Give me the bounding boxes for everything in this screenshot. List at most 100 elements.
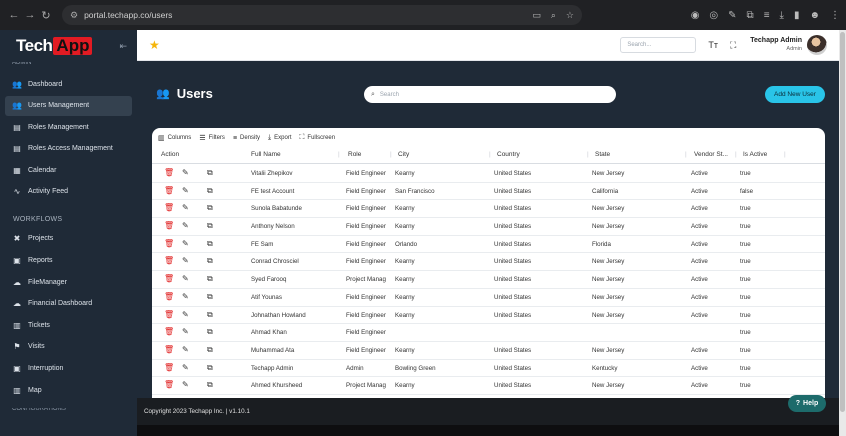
open-external-icon[interactable]: ⧉ <box>207 292 213 302</box>
back-icon[interactable]: ← <box>6 9 22 21</box>
columns-button[interactable]: ▥ Columns <box>158 134 191 142</box>
edit-icon[interactable]: ✎ <box>182 345 189 354</box>
delete-icon[interactable]: 🗑 <box>164 380 174 389</box>
column-separator[interactable]: | <box>338 151 340 158</box>
extension-icon[interactable]: ◎ <box>709 10 718 21</box>
table-row[interactable]: 🗑 ✎ ⧉ Anthony Nelson Field Engineer Kearny Uni… <box>152 218 825 236</box>
open-external-icon[interactable]: ⧉ <box>207 203 213 213</box>
open-external-icon[interactable]: ⧉ <box>207 186 213 196</box>
delete-icon[interactable]: 🗑 <box>164 274 174 283</box>
density-button[interactable]: ≡ Density <box>233 135 260 142</box>
open-external-icon[interactable]: ⧉ <box>207 256 213 266</box>
open-external-icon[interactable]: ⧉ <box>207 274 213 284</box>
column-header-vendor-status[interactable]: Vendor St... <box>694 151 728 158</box>
column-header-role[interactable]: Role <box>348 151 361 158</box>
reload-icon[interactable]: ↻ <box>38 9 54 22</box>
delete-icon[interactable]: 🗑 <box>164 256 174 265</box>
delete-icon[interactable]: 🗑 <box>164 327 174 336</box>
column-separator[interactable]: | <box>587 151 589 158</box>
zoom-icon[interactable]: ⌕ <box>551 10 556 21</box>
sidebar-item-roles-management[interactable]: ▤ Roles Management <box>5 117 132 137</box>
sidebar-item-financial-dashboard[interactable]: ☁ Financial Dashboard <box>5 294 132 314</box>
header-search-input[interactable]: Search... <box>620 37 697 53</box>
logo[interactable]: Tech App ⇤ <box>0 30 137 62</box>
edit-icon[interactable]: ✎ <box>182 310 189 319</box>
profile-icon[interactable]: ☻ <box>809 10 820 21</box>
edit-icon[interactable]: ✎ <box>182 221 189 230</box>
table-row[interactable]: 🗑 ✎ ⧉ Syed Farooq Project Manag Kearny United … <box>152 271 825 289</box>
help-button[interactable]: ? Help <box>788 395 826 412</box>
delete-icon[interactable]: 🗑 <box>164 203 174 212</box>
column-header-city[interactable]: City <box>398 151 409 158</box>
column-separator[interactable]: | <box>489 151 491 158</box>
extension-icon[interactable]: ✎ <box>728 10 736 21</box>
sidebar-item-activity-feed[interactable]: ∿ Activity Feed <box>5 182 132 202</box>
avatar[interactable] <box>807 35 827 55</box>
delete-icon[interactable]: 🗑 <box>164 345 174 354</box>
delete-icon[interactable]: 🗑 <box>164 239 174 248</box>
column-header-state[interactable]: State <box>595 151 610 158</box>
open-external-icon[interactable]: ⧉ <box>207 327 213 337</box>
cast-icon[interactable]: ▭ <box>532 10 541 21</box>
delete-icon[interactable]: 🗑 <box>164 363 174 372</box>
media-icon[interactable]: ≡ <box>764 10 770 21</box>
download-icon[interactable]: ⤓ <box>780 10 784 21</box>
forward-icon[interactable]: → <box>22 9 38 21</box>
delete-icon[interactable]: 🗑 <box>164 292 174 301</box>
sidebar-item-interruption[interactable]: ▣ Interruption <box>5 359 132 379</box>
column-header-full-name[interactable]: Full Name <box>251 151 281 158</box>
table-row[interactable]: 🗑 ✎ ⧉ Conrad Chrosciel Field Engineer Kearny U… <box>152 253 825 272</box>
filters-button[interactable]: ☰ Filters <box>199 134 225 142</box>
edit-icon[interactable]: ✎ <box>182 274 189 283</box>
delete-icon[interactable]: 🗑 <box>164 310 174 319</box>
edit-icon[interactable]: ✎ <box>182 327 189 336</box>
edit-icon[interactable]: ✎ <box>182 168 189 177</box>
extension-icon[interactable]: ◉ <box>691 10 700 21</box>
text-size-icon[interactable]: Tт <box>708 40 718 50</box>
sidebar-item-map[interactable]: ▥ Map <box>5 380 132 400</box>
export-button[interactable]: ⤓ Export <box>268 134 291 142</box>
column-separator[interactable]: | <box>390 151 392 158</box>
add-new-user-button[interactable]: Add New User <box>765 86 825 103</box>
page-scrollbar[interactable] <box>839 30 846 436</box>
table-row[interactable]: 🗑 ✎ ⧉ Johnathan Howland Field Engineer Kearny… <box>152 307 825 325</box>
open-external-icon[interactable]: ⧉ <box>207 345 213 355</box>
table-row[interactable]: 🗑 ✎ ⧉ Sunola Babatunde Field Engineer Kearny U… <box>152 200 825 219</box>
delete-icon[interactable]: 🗑 <box>164 186 174 195</box>
column-separator[interactable]: | <box>735 151 737 158</box>
address-bar[interactable]: ⚙ portal.techapp.co/users ▭ ⌕ ☆ <box>62 5 582 25</box>
table-row[interactable]: 🗑 ✎ ⧉ Muhammad Ata Field Engineer Kearny Unite… <box>152 342 825 360</box>
users-search-input[interactable]: ⌕ Search <box>364 86 616 103</box>
open-external-icon[interactable]: ⧉ <box>207 221 213 231</box>
open-external-icon[interactable]: ⧉ <box>207 168 213 178</box>
edit-icon[interactable]: ✎ <box>182 203 189 212</box>
edit-icon[interactable]: ✎ <box>182 292 189 301</box>
sidebar-item-reports[interactable]: ▣ Reports <box>5 251 132 271</box>
favorite-star-icon[interactable]: ★ <box>149 38 160 52</box>
open-external-icon[interactable]: ⧉ <box>207 310 213 320</box>
edit-icon[interactable]: ✎ <box>182 239 189 248</box>
column-separator[interactable]: | <box>784 151 786 158</box>
edit-icon[interactable]: ✎ <box>182 256 189 265</box>
table-row[interactable]: 🗑 ✎ ⧉ FE test Account Field Engineer San Fran… <box>152 183 825 201</box>
table-row[interactable]: 🗑 ✎ ⧉ FE Sam Field Engineer Orlando United Sta… <box>152 236 825 254</box>
delete-icon[interactable]: 🗑 <box>164 168 174 177</box>
menu-icon[interactable]: ⋮ <box>830 10 840 21</box>
collapse-sidebar-icon[interactable]: ⇤ <box>119 41 127 52</box>
sidebar-item-projects[interactable]: ✖ Projects <box>5 229 132 249</box>
open-external-icon[interactable]: ⧉ <box>207 363 213 373</box>
fullscreen-button[interactable]: ⛶ Fullscreen <box>300 134 336 142</box>
sidebar-item-tickets[interactable]: ▥ Tickets <box>5 315 132 335</box>
site-info-icon[interactable]: ⚙ <box>70 10 78 21</box>
table-row[interactable]: 🗑 ✎ ⧉ Techapp Admin Admin Bowling Green United… <box>152 360 825 378</box>
column-header-is-active[interactable]: Is Active <box>743 151 767 158</box>
sidebar-item-filemanager[interactable]: ☁ FileManager <box>5 272 132 292</box>
column-separator[interactable]: | <box>685 151 687 158</box>
open-external-icon[interactable]: ⧉ <box>207 239 213 249</box>
table-row[interactable]: 🗑 ✎ ⧉ Ahmed Khursheed Project Manag Kearny Uni… <box>152 377 825 395</box>
delete-icon[interactable]: 🗑 <box>164 221 174 230</box>
fullscreen-icon[interactable]: ⛶ <box>730 40 736 51</box>
table-row[interactable]: 🗑 ✎ ⧉ Vitalii Zhepikov Field Engineer Kearny U… <box>152 165 825 183</box>
table-row[interactable]: 🗑 ✎ ⧉ Atif Younas Field Engineer Kearny United… <box>152 289 825 307</box>
sidepanel-icon[interactable]: ▮ <box>794 10 800 21</box>
